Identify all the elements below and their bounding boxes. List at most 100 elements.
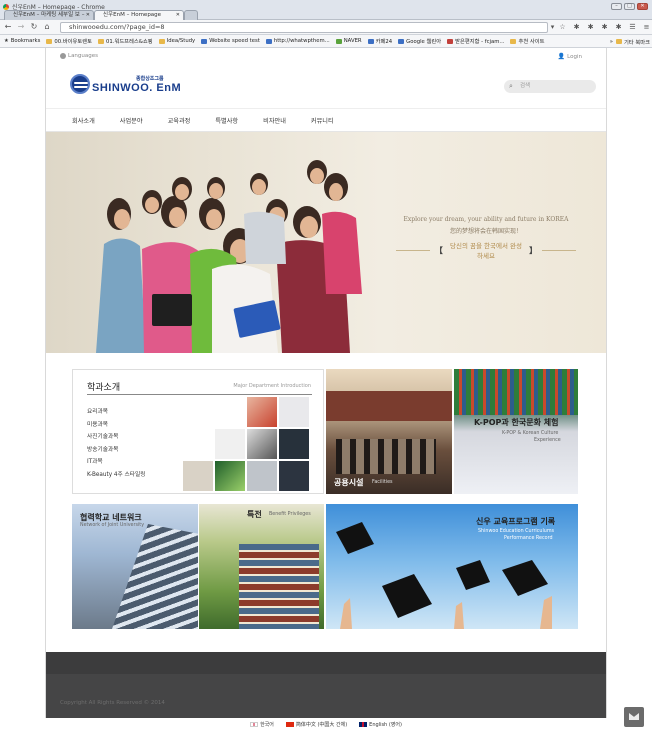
bookmark-label: 카페24 xyxy=(375,39,393,45)
back-icon[interactable]: ← xyxy=(3,22,13,32)
books-stack-image xyxy=(239,544,319,629)
temple-roof-image xyxy=(454,369,578,415)
bookmark-label: Website speed test xyxy=(209,38,260,44)
bookmark-label: Bookmarks xyxy=(10,38,41,44)
language-option-korean[interactable]: 한국어 xyxy=(250,721,274,728)
hero-line-korean: 【 당신의 꿈을 한국에서 완성하세요 】 xyxy=(396,240,576,260)
close-icon[interactable]: ✕ xyxy=(86,11,90,20)
chrome-icon xyxy=(3,3,9,10)
bookmark-folder[interactable]: 00.바이유토렌토 xyxy=(46,37,92,45)
bookmarks-overflow-button[interactable]: » xyxy=(610,39,613,45)
bookmark-item[interactable]: 받은편지함 - fcjam... xyxy=(447,37,504,45)
photo-tile xyxy=(279,397,309,427)
other-bookmarks-folder[interactable]: 기타 북마크 xyxy=(615,38,650,46)
network-card[interactable]: 협력학교 네트워크 Network of Joint University xyxy=(72,504,198,629)
menu-item-community[interactable]: 커뮤니티 xyxy=(311,116,334,125)
department-item-it[interactable]: IT과목 xyxy=(87,456,145,469)
special-title: 특전 xyxy=(247,510,262,519)
extension-icon[interactable]: ✱ xyxy=(572,23,581,32)
search-icon: ⌕ xyxy=(509,82,513,90)
logo-title: SHINWOO. EnM xyxy=(92,81,182,94)
languages-label: Languages xyxy=(68,53,99,59)
menu-item-special[interactable]: 특별사항 xyxy=(215,116,238,125)
facility-title: 공용시설 xyxy=(334,478,364,487)
url-input[interactable]: shinwooedu.com/?page_id=8 xyxy=(60,22,548,33)
bookmark-item[interactable]: http://whatwpthem... xyxy=(265,38,330,44)
home-icon[interactable]: ⌂ xyxy=(42,22,52,32)
logo-text: 종합상조그룹 SHINWOO. EnM xyxy=(92,75,181,94)
special-card[interactable]: 특전 Benefit Privileges xyxy=(199,504,324,629)
address-toolbar: ← → ↻ ⌂ shinwooedu.com/?page_id=8 ▾ ☆ ✱ … xyxy=(0,20,652,35)
bookmark-star-icon[interactable]: ☆ xyxy=(558,23,567,32)
menu-item-company[interactable]: 회사소개 xyxy=(72,116,95,125)
bookmark-folder[interactable]: Idea/Study xyxy=(158,38,195,44)
department-item-photo[interactable]: 사진기술과목 xyxy=(87,431,145,444)
menu-item-visa[interactable]: 비자안내 xyxy=(263,116,286,125)
bookmark-item[interactable]: 추천 사이트 xyxy=(510,37,545,45)
maximize-button[interactable]: □ xyxy=(624,3,635,10)
language-option-chinese[interactable]: 简体中文 (中国大 간체) xyxy=(285,721,347,728)
bookmark-label: 기타 북마크 xyxy=(623,39,650,46)
mail-contact-button[interactable] xyxy=(624,707,644,727)
photo-tile xyxy=(183,461,213,491)
department-item-broadcast[interactable]: 방송기술과목 xyxy=(87,444,145,457)
bookmarks-bar: ★ Bookmarks 00.바이유토렌토 01.워드프레스&쇼핑 Idea/St… xyxy=(0,35,652,48)
extension-icon[interactable]: ✱ xyxy=(614,23,623,32)
bookmark-item[interactable]: 카페24 xyxy=(367,37,393,45)
gmail-icon xyxy=(447,38,454,44)
user-icon: 👤 xyxy=(557,53,566,60)
bookmark-label: http://whatwpthem... xyxy=(273,38,330,44)
korea-flag-icon xyxy=(250,721,259,727)
china-flag-icon xyxy=(285,721,294,727)
tab-marketing[interactable]: 신우EnM – 마케팅 세부일 보 – ✕ xyxy=(4,10,94,20)
tab-label: 신우EnM – 마케팅 세부일 보 – xyxy=(13,12,85,18)
extension-icon[interactable]: ✱ xyxy=(600,23,609,32)
hero-banner[interactable]: Explore your dream, your ability and fut… xyxy=(46,132,606,353)
filter-icon[interactable]: ▾ xyxy=(548,23,557,32)
bookmark-label: 01.워드프레스&쇼핑 xyxy=(106,39,153,45)
url-text: shinwooedu.com/?page_id=8 xyxy=(69,23,165,31)
reload-icon[interactable]: ↻ xyxy=(29,22,39,32)
bookmark-label: 받은편지함 - fcjam... xyxy=(455,39,505,45)
site-logo[interactable]: 종합상조그룹 SHINWOO. EnM xyxy=(70,74,181,94)
department-item-kbeauty[interactable]: K-Beauty 4주 스타일링 xyxy=(87,469,145,482)
bookmark-item[interactable]: Google 웹린아 xyxy=(398,37,441,45)
bookmark-folder[interactable]: 01.워드프레스&쇼핑 xyxy=(98,37,153,45)
globe-icon xyxy=(60,53,66,59)
menu-item-courses[interactable]: 교육과정 xyxy=(168,116,191,125)
facility-card[interactable]: 공용시설 Facilities xyxy=(326,369,452,494)
kpop-card[interactable]: K-POP과 한국문화 체험 K-POP & Korean Culture Ex… xyxy=(454,369,578,494)
hero-korean-text: 당신의 꿈을 한국에서 완성하세요 xyxy=(450,242,522,260)
bookmark-item[interactable]: ★ Bookmarks xyxy=(4,38,40,44)
close-icon[interactable]: ✕ xyxy=(176,11,180,20)
hero-line-english: Explore your dream, your ability and fut… xyxy=(403,216,569,223)
department-item-beauty[interactable]: 미용과목 xyxy=(87,419,145,432)
bracket-left: 【 xyxy=(434,245,443,255)
folder-icon xyxy=(158,38,165,44)
bookmark-item[interactable]: Website speed test xyxy=(201,38,260,44)
new-tab-button[interactable] xyxy=(184,10,198,20)
site-search-input[interactable]: ⌕ 검색 xyxy=(504,80,596,93)
menu-icon[interactable]: ≡ xyxy=(642,23,651,32)
department-card[interactable]: 학과소개 Major Department Introduction 요리과목 … xyxy=(72,369,324,494)
bookmark-item[interactable]: NAVER xyxy=(335,38,362,44)
forward-icon[interactable]: → xyxy=(16,22,26,32)
languages-link[interactable]: Languages xyxy=(60,53,98,59)
language-option-english[interactable]: English (영어) xyxy=(359,721,402,728)
extension-icon[interactable]: ✱ xyxy=(586,23,595,32)
feature-grid: 학과소개 Major Department Introduction 요리과목 … xyxy=(46,353,606,648)
photo-tile xyxy=(279,461,309,491)
education-record-card[interactable]: 신우 교육프로그램 기록 Shinwoo Education Curriculu… xyxy=(326,504,578,629)
department-item-cooking[interactable]: 요리과목 xyxy=(87,406,145,419)
close-window-button[interactable]: ✕ xyxy=(637,3,648,10)
login-link[interactable]: 👤 Login xyxy=(558,53,582,60)
site-footer: Copyright All Rights Reserved © 2014 xyxy=(46,652,606,718)
special-subtitle: Benefit Privileges xyxy=(269,512,311,517)
minimize-button[interactable]: – xyxy=(611,3,622,10)
page-viewport: Languages 👤 Login 종합상조그룹 SHINWOO. EnM ⌕ … xyxy=(0,48,652,730)
extension-icon[interactable]: ☰ xyxy=(628,23,637,32)
bookmark-label: 00.바이유토렌토 xyxy=(54,39,93,45)
tab-strip: 신우EnM – 마케팅 세부일 보 – ✕ 신우EnM – Homepage ✕ xyxy=(4,10,198,20)
tab-homepage[interactable]: 신우EnM – Homepage ✕ xyxy=(94,10,184,20)
menu-item-business[interactable]: 사업분야 xyxy=(120,116,143,125)
